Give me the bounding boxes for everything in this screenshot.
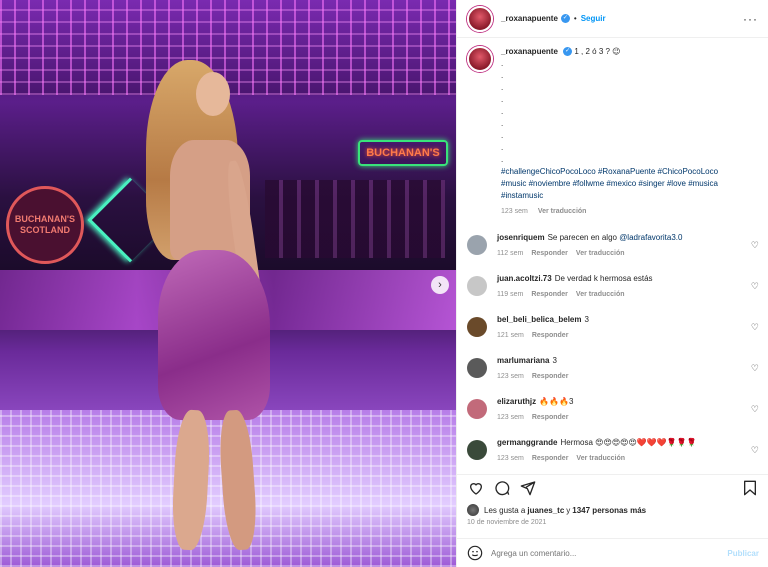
avatar[interactable]: [467, 5, 493, 32]
likes-middle: y: [566, 505, 571, 515]
verified-icon: ✓: [563, 47, 573, 57]
comment-time[interactable]: 123 sem: [497, 414, 524, 421]
comment-row: josenriquem Se parecen en algo @ladrafavo…: [467, 232, 759, 273]
liker-avatar[interactable]: [467, 504, 479, 516]
add-comment-bar: Publicar: [457, 538, 768, 567]
comment-time[interactable]: 121 sem: [497, 332, 524, 339]
caption-username[interactable]: _roxanapuente: [501, 47, 558, 56]
comment-mention[interactable]: @ladrafavorita3.0: [619, 233, 682, 242]
likes-count[interactable]: 1347 personas más: [572, 506, 646, 515]
comment-time[interactable]: 123 sem: [497, 455, 524, 462]
avatar[interactable]: [467, 46, 493, 72]
action-bar: [457, 474, 768, 500]
comment-username[interactable]: juan.acoltzi.73: [497, 274, 552, 283]
comment-row: germanggrande Hermosa 😍😍😍😍😍❤️❤️❤️🌹🌹🌹 123 s…: [467, 437, 759, 470]
caption-dot-line: .: [501, 107, 504, 116]
like-comment-icon[interactable]: ♡: [751, 445, 759, 456]
caption-dots: .........: [501, 58, 741, 166]
comment-list: josenriquem Se parecen en algo @ladrafavo…: [467, 232, 759, 470]
avatar[interactable]: [467, 317, 487, 337]
verified-icon: ✓: [560, 14, 570, 23]
translate-button[interactable]: Ver traducción: [576, 455, 625, 462]
translate-button[interactable]: Ver traducción: [576, 291, 625, 298]
likes-user[interactable]: juanes_tc: [527, 506, 564, 515]
caption-dot-line: .: [501, 131, 504, 140]
comment-username[interactable]: germanggrande: [497, 438, 557, 447]
caption-dot-line: .: [501, 59, 504, 68]
share-icon[interactable]: [519, 479, 537, 497]
comment-time[interactable]: 123 sem: [497, 373, 524, 380]
publish-button[interactable]: Publicar: [727, 549, 759, 558]
brand-logo: BUCHANAN'S SCOTLAND: [6, 186, 84, 264]
bookmark-icon[interactable]: [741, 479, 759, 497]
avatar[interactable]: [467, 276, 487, 296]
comment-row: juan.acoltzi.73 De verdad k hermosa estás…: [467, 273, 759, 314]
comment-time[interactable]: 112 sem: [497, 250, 523, 257]
reply-button[interactable]: Responder: [532, 414, 569, 421]
comment-username[interactable]: elizaruthjz: [497, 397, 536, 406]
post-photo[interactable]: BUCHANAN'S SCOTLAND BUCHANAN'S ›: [0, 0, 456, 567]
caption-dot-line: .: [501, 155, 504, 164]
woman-figure: [140, 60, 300, 567]
caption-dot-line: .: [501, 143, 504, 152]
comment-text: Se parecen en algo: [547, 233, 620, 242]
comment-row: bel_beli_belica_belem 3 121 sem Responder ♡: [467, 314, 759, 355]
reply-button[interactable]: Responder: [532, 373, 569, 380]
header-username[interactable]: _roxanapuente: [501, 14, 558, 23]
post-date[interactable]: 10 de noviembre de 2021: [467, 519, 546, 526]
reply-button[interactable]: Responder: [532, 332, 569, 339]
translate-button[interactable]: Ver traducción: [576, 250, 625, 257]
likes-summary: Les gusta a juanes_tc y 1347 personas má…: [467, 504, 646, 516]
caption-text: 1 , 2 ó 3 ? 😉: [574, 47, 621, 56]
comment-text: 🔥🔥🔥3: [539, 397, 574, 406]
follow-button[interactable]: Seguir: [581, 14, 606, 23]
like-comment-icon[interactable]: ♡: [751, 404, 759, 415]
caption-hashtags[interactable]: #challengeChicoPocoLoco #RoxanaPuente #C…: [501, 166, 741, 202]
heart-icon[interactable]: [467, 479, 485, 497]
comment-input[interactable]: [491, 548, 711, 558]
reply-button[interactable]: Responder: [531, 291, 568, 298]
neon-sign: BUCHANAN'S: [358, 140, 448, 166]
comments-scroll[interactable]: _roxanapuente ✓ 1 , 2 ó 3 ? 😉 ......... …: [457, 38, 768, 470]
avatar[interactable]: [467, 399, 487, 419]
reply-button[interactable]: Responder: [531, 250, 568, 257]
like-comment-icon[interactable]: ♡: [751, 281, 759, 292]
comment-row: marlumariana 3 123 sem Responder ♡: [467, 355, 759, 396]
caption-dot-line: .: [501, 71, 504, 80]
caption-dot-line: .: [501, 119, 504, 128]
comment-time[interactable]: 119 sem: [497, 291, 523, 298]
comment-text: De verdad k hermosa estás: [554, 274, 653, 283]
more-options-icon[interactable]: ···: [743, 12, 758, 26]
like-comment-icon[interactable]: ♡: [751, 240, 759, 251]
likes-prefix: Les gusta a: [484, 505, 526, 515]
emoji-icon[interactable]: [467, 545, 483, 561]
separator-dot: •: [573, 14, 577, 23]
comment-username[interactable]: josenriquem: [497, 233, 545, 242]
comment-username[interactable]: bel_beli_belica_belem: [497, 315, 582, 324]
comment-row: elizaruthjz 🔥🔥🔥3 123 sem Responder ♡: [467, 396, 759, 437]
comment-username[interactable]: marlumariana: [497, 356, 549, 365]
post-header: _roxanapuente ✓ • Seguir ···: [457, 0, 768, 38]
avatar[interactable]: [467, 235, 487, 255]
comment-text: 3: [584, 315, 589, 324]
avatar[interactable]: [467, 358, 487, 378]
avatar[interactable]: [467, 440, 487, 460]
translate-button[interactable]: Ver traducción: [538, 208, 587, 215]
next-image-button[interactable]: ›: [431, 276, 449, 294]
like-comment-icon[interactable]: ♡: [751, 322, 759, 333]
caption-dot-line: .: [501, 83, 504, 92]
caption: _roxanapuente ✓ 1 , 2 ó 3 ? 😉 ......... …: [467, 46, 759, 218]
reply-button[interactable]: Responder: [532, 455, 569, 462]
like-comment-icon[interactable]: ♡: [751, 363, 759, 374]
comment-icon[interactable]: [493, 479, 511, 497]
comment-text: 3: [552, 356, 557, 365]
post-panel: _roxanapuente ✓ • Seguir ··· _roxanapuen…: [456, 0, 768, 567]
caption-time[interactable]: 123 sem: [501, 208, 528, 215]
comment-text: Hermosa 😍😍😍😍😍❤️❤️❤️🌹🌹🌹: [560, 438, 697, 447]
chevron-right-icon: ›: [438, 279, 442, 291]
caption-dot-line: .: [501, 95, 504, 104]
